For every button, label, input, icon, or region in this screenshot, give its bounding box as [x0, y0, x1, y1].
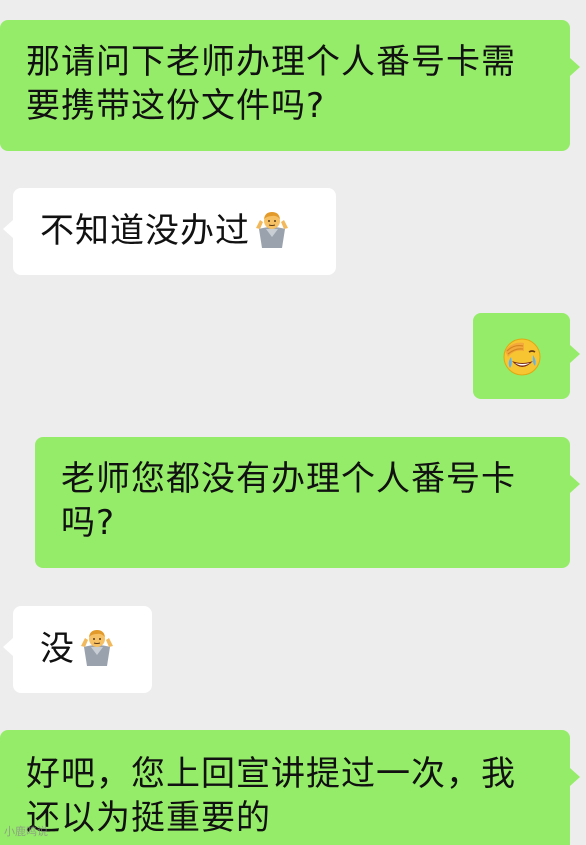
bubble-tail	[3, 220, 13, 238]
message-text: 不知道没办过	[40, 211, 250, 251]
chat-window: 那请问下老师办理个人番号卡需要携带这份文件吗? 不知道没办过 老师您都没有办理个…	[0, 0, 586, 845]
bubble-tail	[3, 638, 13, 656]
person-shrugging-emoji	[252, 210, 292, 248]
message-text: 那请问下老师办理个人番号卡需要携带这份文件吗?	[26, 42, 516, 126]
bubble-tail	[570, 768, 580, 786]
message-text: 好吧，您上回宣讲提过一次，我还以为挺重要的	[26, 754, 516, 838]
bubble-tail	[570, 58, 580, 76]
person-shrugging-emoji	[77, 628, 117, 666]
message-bubble-outgoing[interactable]: 那请问下老师办理个人番号卡需要携带这份文件吗?	[0, 20, 580, 151]
message-text: 老师您都没有办理个人番号卡吗?	[61, 459, 516, 543]
message-bubble-outgoing[interactable]: 好吧，您上回宣讲提过一次，我还以为挺重要的	[0, 730, 580, 845]
message-text: 没	[40, 629, 75, 669]
watermark: 小鹿鸣说	[4, 825, 48, 838]
message-bubble-outgoing[interactable]: 老师您都没有办理个人番号卡吗?	[35, 437, 580, 568]
message-bubble-outgoing[interactable]	[473, 313, 580, 399]
message-bubble-incoming[interactable]: 不知道没办过	[3, 188, 336, 275]
bubble-tail	[570, 345, 580, 363]
bubble-tail	[570, 475, 580, 493]
face-palm-crying-emoji	[502, 337, 542, 377]
message-bubble-incoming[interactable]: 没	[3, 606, 152, 693]
